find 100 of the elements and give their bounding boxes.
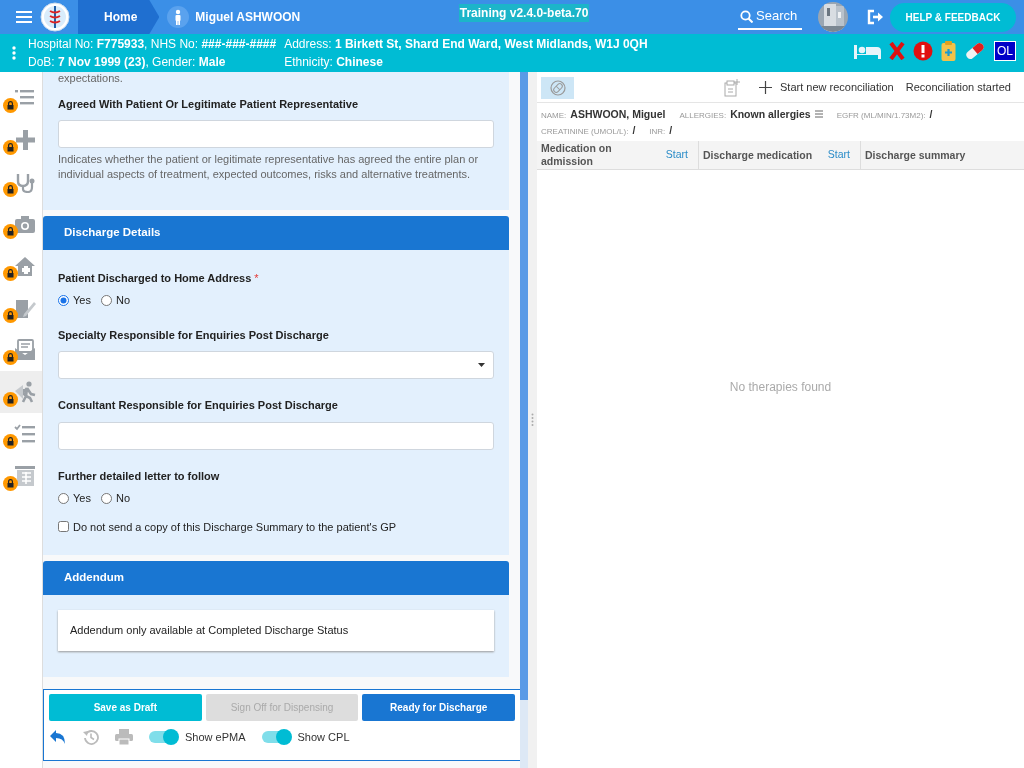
field-label: Specialty Responsible for Enquiries Post Discharge — [58, 327, 330, 343]
lock-icon — [3, 476, 18, 491]
info-label: EGFR (ML/MIN/1.73M2): — [836, 110, 926, 122]
printer-icon — [115, 729, 133, 746]
version-label: Training v2.4.0-beta.70 — [458, 4, 590, 22]
lock-icon — [3, 350, 18, 365]
lock-icon — [3, 392, 18, 407]
clipboard-icon[interactable] — [941, 41, 956, 61]
status-text: Reconciliation started — [905, 80, 1011, 96]
plus-icon — [759, 81, 772, 94]
sidebar-item[interactable] — [0, 371, 42, 413]
table-icon — [14, 465, 36, 487]
breadcrumb-home[interactable]: Home — [78, 0, 160, 34]
info-value: ASHWOON, Miguel — [570, 107, 666, 122]
option-label: Yes — [73, 491, 91, 506]
info-label: ALLERGIES: — [679, 110, 727, 122]
caret-icon — [478, 363, 485, 367]
radio-button[interactable] — [58, 492, 69, 504]
caduceus-logo — [40, 2, 70, 32]
help-text: expectations. — [58, 72, 124, 84]
input-field[interactable] — [58, 421, 494, 450]
history-icon — [83, 729, 99, 746]
help-text: Indicates whether the patient or legitimate representative has agreed the entire plan or individual aspects of treatment, expected outcomes, risks and alternative treatments. — [58, 151, 480, 182]
radio-button[interactable] — [100, 492, 112, 504]
scrollbar[interactable] — [520, 72, 528, 768]
home-icon — [14, 255, 36, 277]
view-toggle-button[interactable] — [541, 76, 574, 99]
select-field[interactable] — [58, 351, 494, 379]
toggle-switch[interactable] — [149, 731, 177, 744]
field-label: Further detailed letter to follow — [58, 468, 220, 484]
option-label: Yes — [73, 293, 91, 308]
grip-icon — [531, 413, 534, 427]
start-reconciliation-button[interactable]: Start new reconciliation — [759, 79, 894, 96]
patient-detail: Address: 1 Birkett St, Shard End Ward, West Midlands, W1J 0QH — [284, 36, 648, 53]
person-icon — [167, 6, 190, 28]
pill-icon — [549, 79, 566, 96]
splitter-handle[interactable] — [528, 72, 537, 768]
envelope-icon — [14, 339, 36, 361]
radio-button[interactable] — [100, 294, 112, 306]
patient-breadcrumb[interactable]: Miguel ASHWOON — [167, 6, 301, 28]
menu-button[interactable] — [16, 11, 32, 23]
camera-icon — [14, 213, 36, 235]
lock-icon — [3, 308, 18, 323]
section-header: Discharge Details — [43, 215, 509, 250]
patient-detail: Hospital No: F775933, NHS No: ###-###-#### — [28, 36, 277, 53]
toggle-switch[interactable] — [261, 731, 290, 744]
column-header: Discharge medication — [703, 148, 814, 162]
info-value: / — [632, 123, 636, 138]
action-button[interactable]: Ready for Discharge — [362, 694, 515, 721]
bed-icon[interactable] — [854, 43, 881, 59]
undo-button[interactable] — [49, 729, 67, 746]
checkbox-label: Do not send a copy of this Discharge Summary to the patient's GP — [73, 519, 397, 535]
lock-icon — [3, 140, 18, 155]
menu-icon — [16, 11, 32, 23]
field-label: Patient Discharged to Home Address — [58, 270, 252, 286]
info-label: CREATININE (UMOL/L): — [541, 126, 629, 138]
stethoscope-icon — [14, 171, 36, 193]
empty-message: No therapies found — [729, 378, 832, 396]
start-link[interactable]: Start — [665, 147, 688, 163]
lock-icon — [3, 98, 18, 113]
alert-icon[interactable] — [913, 41, 933, 61]
cross-icon[interactable] — [889, 42, 905, 60]
ol-badge[interactable]: OL — [994, 41, 1016, 61]
patient-detail: Ethnicity: Chinese — [284, 54, 384, 71]
checkbox[interactable] — [58, 521, 69, 533]
field-label: Consultant Responsible for Enquiries Post Discharge — [58, 398, 339, 413]
clipboard-add-icon — [724, 78, 740, 97]
walking-person-icon — [14, 381, 36, 403]
search-icon — [740, 9, 753, 23]
column-header: Discharge summary — [865, 148, 967, 162]
help-feedback-button[interactable]: HELP & FEEDBACK — [890, 2, 1016, 32]
option-label: No — [115, 293, 130, 308]
lock-icon — [3, 266, 18, 281]
start-link[interactable]: Start — [827, 147, 850, 163]
section-header: Addendum — [43, 561, 509, 595]
info-label: INR: — [649, 126, 666, 138]
info-note: Addendum only available at Completed Discharge Status — [58, 610, 494, 651]
info-label: NAME: — [541, 110, 567, 122]
field-label: Agreed With Patient Or Legitimate Patient Representative — [58, 97, 360, 112]
list-icon — [814, 110, 823, 118]
info-value: / — [929, 107, 933, 122]
undo-icon — [49, 729, 67, 746]
lock-icon — [3, 182, 18, 197]
plus-icon — [14, 129, 36, 151]
patient-detail: DoB: 7 Nov 1999 (23), Gender: Male — [28, 54, 227, 71]
more-icon — [12, 46, 16, 60]
radio-selected[interactable] — [58, 294, 69, 306]
document-edit-icon — [14, 297, 36, 319]
toggle-label: Show CPL — [297, 730, 350, 745]
required-mark: * — [254, 270, 259, 286]
lock-icon — [3, 434, 18, 449]
column-header: Medication on admission — [541, 142, 613, 168]
action-button[interactable]: Save as Draft — [49, 694, 202, 721]
info-value: Known allergies — [730, 107, 811, 122]
lock-icon — [3, 224, 18, 239]
search-button[interactable]: Search — [738, 4, 802, 30]
option-label: No — [115, 491, 130, 506]
toggle-label: Show ePMA — [185, 730, 246, 745]
info-value: / — [669, 123, 673, 138]
input-field[interactable] — [58, 119, 494, 148]
